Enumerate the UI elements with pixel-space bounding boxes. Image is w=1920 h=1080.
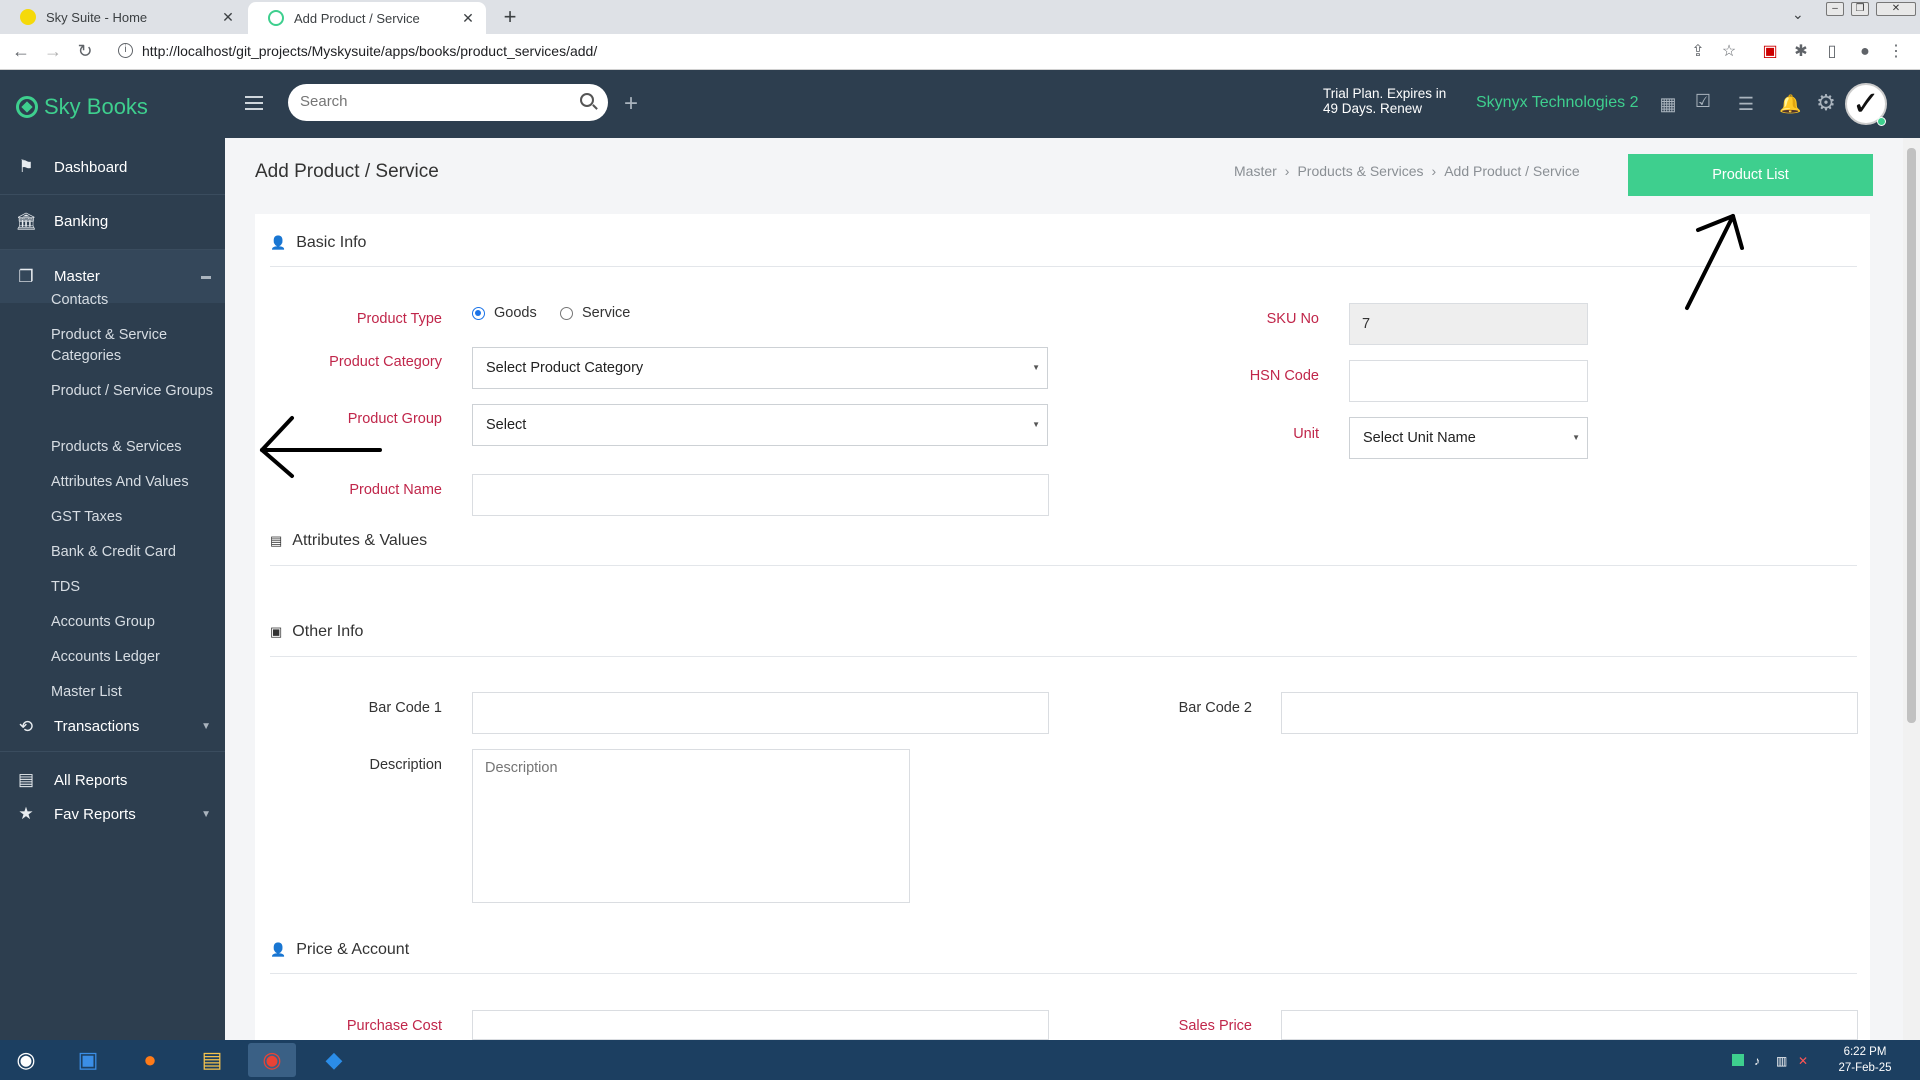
up-arrow-annotation bbox=[1685, 214, 1744, 310]
start-button-icon[interactable]: ◉ bbox=[2, 1043, 50, 1077]
chrome-icon[interactable]: ◉ bbox=[248, 1043, 296, 1077]
firefox-icon[interactable]: ● bbox=[126, 1043, 174, 1077]
clock-date: 27-Feb-25 bbox=[1838, 1062, 1892, 1074]
clock-time: 6:22 PM bbox=[1843, 1046, 1887, 1058]
taskbar-clock[interactable]: 6:22 PM 27-Feb-25 bbox=[1838, 1044, 1892, 1076]
left-arrow-annotation bbox=[260, 416, 382, 478]
vscode-icon[interactable]: ◆ bbox=[310, 1043, 358, 1077]
windows-taskbar: ◉ ▣ ● ▤ ◉ ◆ bbox=[0, 1040, 1920, 1080]
tray-icon[interactable] bbox=[1732, 1054, 1744, 1066]
taskbar-app-icon[interactable]: ▣ bbox=[64, 1043, 112, 1077]
annotation-overlay bbox=[260, 214, 1744, 478]
file-explorer-icon[interactable]: ▤ bbox=[188, 1043, 236, 1077]
network-icon[interactable]: ▥ bbox=[1776, 1054, 1788, 1068]
volume-icon[interactable]: ♪ bbox=[1754, 1054, 1766, 1068]
power-icon[interactable]: ✕ bbox=[1798, 1054, 1810, 1068]
